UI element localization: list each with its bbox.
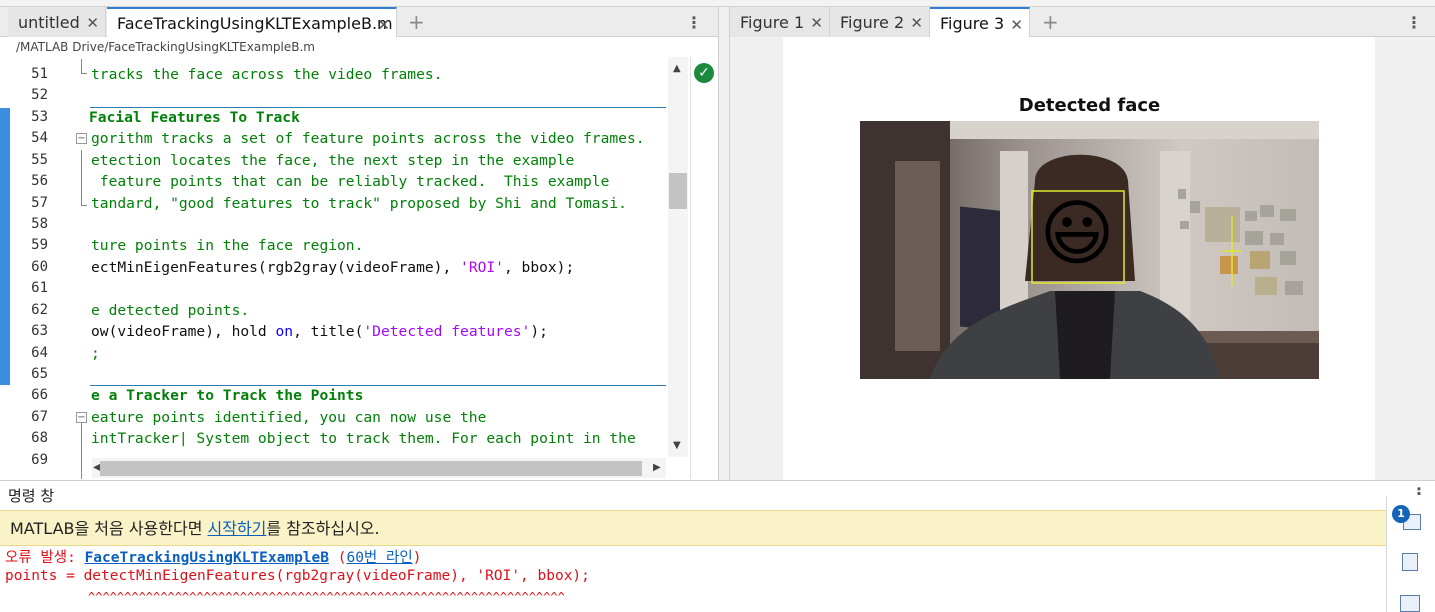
line-number: 64 (31, 345, 48, 361)
code-line: ; (91, 345, 100, 362)
more-options-icon[interactable]: ⋮ (686, 13, 702, 32)
tab-label: untitled (18, 12, 80, 32)
scroll-right-icon[interactable]: ▶ (653, 462, 661, 473)
tab-untitled[interactable]: untitled ✕ (8, 7, 106, 37)
tab-figure-2[interactable]: Figure 2 ✕ (830, 7, 930, 37)
line-number: 55 (31, 152, 48, 168)
line-number: 69 (31, 452, 48, 468)
banner-text: 를 참조하십시오. (266, 519, 380, 538)
line-number: 53 (31, 109, 48, 125)
section-title: e a Tracker to Track the Points (91, 387, 364, 404)
line-number: 60 (31, 259, 48, 275)
fold-toggle-icon[interactable]: − (76, 412, 87, 423)
error-message: 오류 발생: FaceTrackingUsingKLTExampleB (60번… (5, 550, 422, 566)
error-file-link[interactable]: FaceTrackingUsingKLTExampleB (85, 550, 329, 566)
line-number: 66 (31, 387, 48, 403)
getting-started-banner: MATLAB을 처음 사용한다면 시작하기를 참조하십시오. (0, 510, 1386, 546)
line-number: 62 (31, 302, 48, 318)
line-number: 54 (31, 130, 48, 146)
editor-vertical-scrollbar[interactable] (668, 57, 688, 457)
tab-label: Figure 2 (840, 12, 905, 32)
getting-started-link[interactable]: 시작하기 (208, 519, 267, 538)
edit-icon[interactable] (1402, 553, 1418, 571)
code-line: gorithm tracks a set of feature points a… (91, 130, 645, 147)
figure-title: Detected face (1018, 95, 1161, 116)
code-line: ectMinEigenFeatures(rgb2gray(videoFrame)… (91, 259, 575, 276)
code-line: tandard, "good features to track" propos… (91, 195, 627, 212)
tab-label: Figure 3 (940, 13, 1005, 33)
code-line: feature points that can be reliably trac… (91, 173, 610, 190)
banner-text: MATLAB을 처음 사용한다면 (10, 519, 208, 538)
line-number: 61 (31, 280, 48, 296)
pane-splitter[interactable] (718, 7, 730, 480)
tab-label: FaceTrackingUsingKLTExampleB.m (117, 13, 393, 33)
code-line: ture points in the face region. (91, 237, 364, 254)
line-number: 52 (31, 87, 48, 103)
close-icon[interactable]: ✕ (1010, 16, 1023, 34)
line-number: 56 (31, 173, 48, 189)
command-window-output[interactable]: 오류 발생: FaceTrackingUsingKLTExampleB (60번… (0, 546, 1386, 612)
scroll-thumb[interactable] (100, 461, 642, 476)
check-icon[interactable]: ✓ (694, 63, 714, 83)
editor-tab-bar: untitled ✕ FaceTrackingUsingKLTExampleB.… (0, 7, 718, 37)
emoji-face-icon: 😃 (1039, 191, 1114, 275)
close-icon[interactable]: ✕ (377, 16, 390, 34)
more-options-icon[interactable]: ⋮ (1406, 13, 1422, 32)
scroll-up-icon[interactable]: ▲ (673, 63, 681, 74)
code-editor[interactable]: 51 tracks the face across the video frame… (0, 57, 690, 479)
code-line: tracks the face across the video frames. (91, 66, 443, 83)
line-number: 68 (31, 430, 48, 446)
add-tab-icon[interactable]: + (1042, 10, 1059, 34)
window-top-border (0, 0, 1435, 7)
close-icon[interactable]: ✕ (910, 14, 923, 32)
panel-title: 명령 창 (8, 487, 55, 505)
close-icon[interactable]: ✕ (810, 14, 823, 32)
code-line: ow(videoFrame), hold on, title('Detected… (91, 323, 548, 340)
tab-figure-3[interactable]: Figure 3 ✕ (930, 7, 1030, 37)
line-number: 59 (31, 237, 48, 253)
close-icon[interactable]: ✕ (86, 14, 99, 32)
layout-icon[interactable] (1400, 595, 1420, 612)
error-line-link[interactable]: 60번 라인 (346, 550, 412, 566)
line-number: 58 (31, 216, 48, 232)
line-number: 51 (31, 66, 48, 82)
fold-toggle-icon[interactable]: − (76, 133, 87, 144)
notification-badge: 1 (1392, 505, 1410, 523)
line-number: 67 (31, 409, 48, 425)
code-line: e detected points. (91, 302, 250, 319)
code-analyzer-bar (690, 57, 718, 479)
code-line: eature points identified, you can now us… (91, 409, 487, 426)
section-title: Facial Features To Track (89, 109, 300, 126)
figure-tab-bar: Figure 1 ✕ Figure 2 ✕ Figure 3 ✕ + ⋮ (730, 7, 1435, 37)
file-path: /MATLAB Drive/FaceTrackingUsingKLTExampl… (0, 37, 718, 57)
detected-face-image: 😃 (860, 121, 1319, 379)
tab-label: Figure 1 (740, 12, 805, 32)
error-code-line: points = detectMinEigenFeatures(rgb2gray… (5, 568, 590, 584)
line-number: 63 (31, 323, 48, 339)
code-line: intTracker| System object to track them.… (91, 430, 636, 447)
code-line: etection locates the face, the next step… (91, 152, 575, 169)
command-window-header: 명령 창 (0, 480, 1435, 510)
scroll-thumb[interactable] (669, 173, 687, 209)
scroll-down-icon[interactable]: ▼ (673, 440, 681, 451)
tab-figure-1[interactable]: Figure 1 ✕ (730, 7, 830, 37)
error-caret-line: ^^^^^^^^^^^^^^^^^^^^^^^^^^^^^^^^^^^^^^^^… (88, 590, 565, 604)
add-tab-icon[interactable]: + (408, 10, 425, 34)
line-number: 57 (31, 195, 48, 211)
tab-facetracking[interactable]: FaceTrackingUsingKLTExampleB.m ✕ (107, 7, 397, 37)
line-number: 65 (31, 366, 48, 382)
